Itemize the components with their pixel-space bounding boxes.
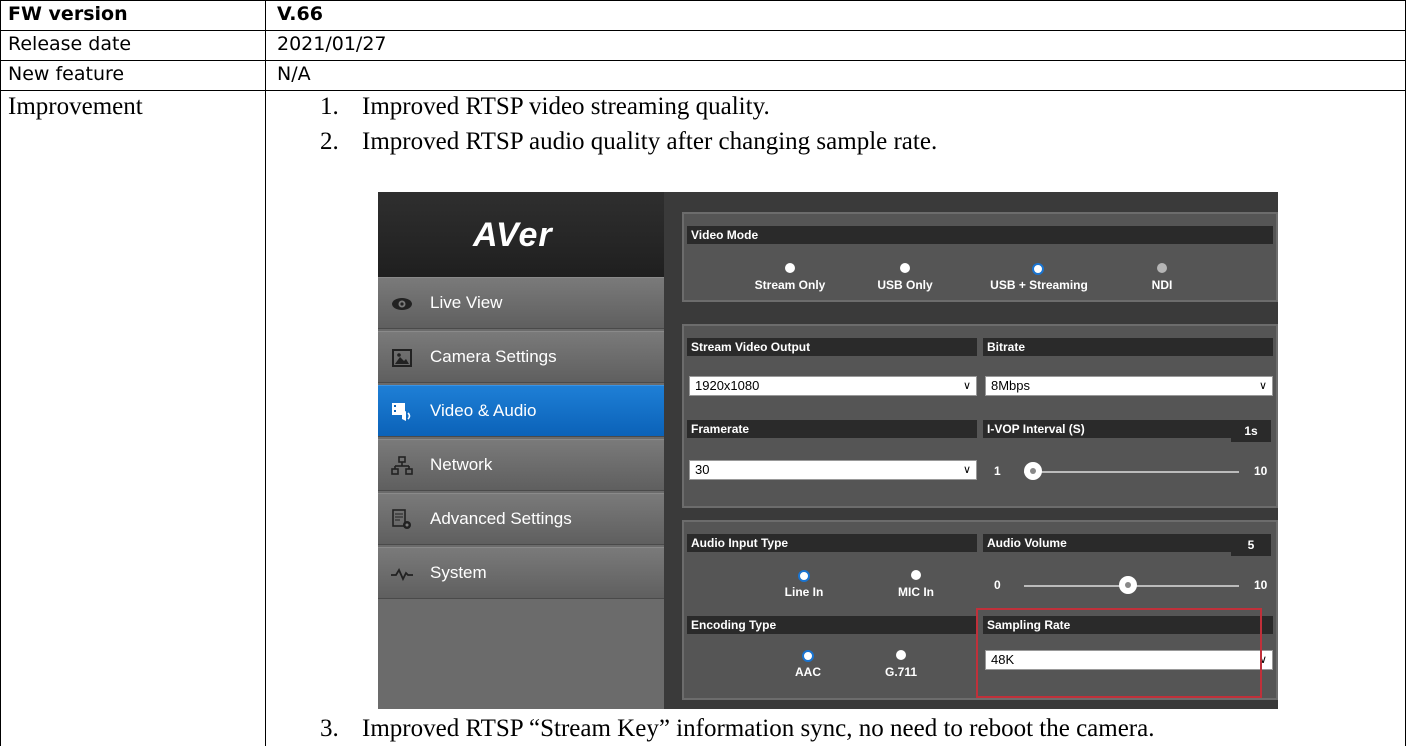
nav-label: System <box>430 563 487 582</box>
advanced-settings-icon <box>390 509 414 531</box>
slider-max: 10 <box>1254 464 1268 478</box>
ivop-slider-knob[interactable] <box>1024 462 1042 480</box>
nav-network[interactable]: Network <box>378 439 664 491</box>
image-icon <box>390 347 414 369</box>
radio-aac[interactable] <box>802 650 814 662</box>
item-number: 1. <box>320 93 339 120</box>
eye-icon <box>390 293 414 315</box>
new-feature-value: N/A <box>277 63 311 85</box>
ivop-header: I-VOP Interval (S) <box>983 420 1231 438</box>
video-mode-header: Video Mode <box>687 226 1273 244</box>
slider-max: 10 <box>1254 578 1268 592</box>
fw-version-label: FW version <box>8 3 128 25</box>
radio-label: G.711 <box>884 665 918 679</box>
nav-advanced-settings[interactable]: Advanced Settings <box>378 493 664 545</box>
radio-mic-in[interactable] <box>911 570 921 580</box>
item-text: Improved RTSP “Stream Key” information s… <box>362 715 1155 742</box>
nav-label: Camera Settings <box>430 347 557 366</box>
radio-label: NDI <box>1151 278 1173 292</box>
table-border <box>0 0 1 746</box>
nav-label: Network <box>430 455 493 474</box>
improvement-label: Improvement <box>8 93 143 120</box>
nav-label: Video & Audio <box>430 401 537 420</box>
select-value: 8Mbps <box>991 378 1031 393</box>
item-number: 3. <box>320 715 339 742</box>
radio-stream-only[interactable] <box>785 263 795 273</box>
new-feature-label: New feature <box>8 63 125 85</box>
radio-ndi[interactable] <box>1157 263 1167 273</box>
framerate-select[interactable]: 30 ∨ <box>689 460 977 480</box>
chevron-down-icon: ∨ <box>962 380 971 392</box>
slider-min: 0 <box>994 578 1001 592</box>
aver-logo: AVer <box>473 216 553 254</box>
radio-label: Line In <box>784 585 824 599</box>
radio-label: USB + Streaming <box>990 278 1088 292</box>
radio-label: Stream Only <box>754 278 826 292</box>
audio-input-type-header: Audio Input Type <box>687 534 977 552</box>
camera-settings-screenshot: AVer Live View Camera Settings Video & A… <box>378 192 1278 709</box>
radio-line-in[interactable] <box>798 570 810 582</box>
slider-min: 1 <box>994 464 1001 478</box>
sidebar: AVer Live View Camera Settings Video & A… <box>378 192 664 709</box>
nav-camera-settings[interactable]: Camera Settings <box>378 331 664 383</box>
logo-area: AVer <box>378 192 664 277</box>
select-value: 1920x1080 <box>695 378 760 393</box>
table-border <box>0 90 1406 91</box>
nav-label: Advanced Settings <box>430 509 572 528</box>
nav-label: Live View <box>430 293 503 312</box>
table-border <box>1405 0 1406 746</box>
ivop-slider-track[interactable] <box>1024 471 1239 473</box>
stream-video-output-header: Stream Video Output <box>687 338 977 356</box>
radio-usb-streaming[interactable] <box>1032 263 1044 275</box>
item-number: 2. <box>320 128 339 155</box>
table-border <box>265 0 266 746</box>
select-value: 30 <box>695 462 710 477</box>
release-date-label: Release date <box>8 33 132 55</box>
radio-label: USB Only <box>877 278 933 292</box>
item-text: Improved RTSP audio quality after changi… <box>362 128 938 155</box>
bitrate-select[interactable]: 8Mbps ∨ <box>985 376 1273 396</box>
video-mode-panel: Video Mode Stream Only USB Only USB + St… <box>682 212 1278 302</box>
nav-system[interactable]: System <box>378 547 664 599</box>
table-border <box>0 60 1406 61</box>
fw-version-value: V.66 <box>277 3 323 25</box>
sampling-rate-highlight <box>976 608 1262 698</box>
release-date-value: 2021/01/27 <box>277 33 387 55</box>
settings-main: Video Mode Stream Only USB Only USB + St… <box>664 192 1278 709</box>
chevron-down-icon: ∨ <box>962 464 971 476</box>
audio-volume-header: Audio Volume <box>983 534 1231 552</box>
radio-g711[interactable] <box>896 650 906 660</box>
stream-settings-panel: Stream Video Output 1920x1080 ∨ Bitrate … <box>682 324 1278 508</box>
radio-usb-only[interactable] <box>900 263 910 273</box>
framerate-header: Framerate <box>687 420 977 438</box>
bitrate-header: Bitrate <box>983 338 1273 356</box>
stream-video-output-select[interactable]: 1920x1080 ∨ <box>689 376 977 396</box>
video-audio-icon <box>390 401 414 423</box>
volume-slider-knob[interactable] <box>1119 576 1137 594</box>
encoding-type-header: Encoding Type <box>687 616 977 634</box>
table-border <box>0 0 1406 1</box>
radio-label: AAC <box>795 665 821 679</box>
table-border <box>0 30 1406 31</box>
pulse-icon <box>390 563 414 585</box>
audio-volume-value: 5 <box>1231 534 1271 556</box>
nav-video-audio[interactable]: Video & Audio <box>378 385 664 437</box>
ivop-value: 1s <box>1231 420 1271 442</box>
nav-live-view[interactable]: Live View <box>378 277 664 329</box>
radio-label: MIC In <box>898 585 934 599</box>
item-text: Improved RTSP video streaming quality. <box>362 93 770 120</box>
chevron-down-icon: ∨ <box>1258 380 1267 392</box>
network-icon <box>390 455 414 477</box>
